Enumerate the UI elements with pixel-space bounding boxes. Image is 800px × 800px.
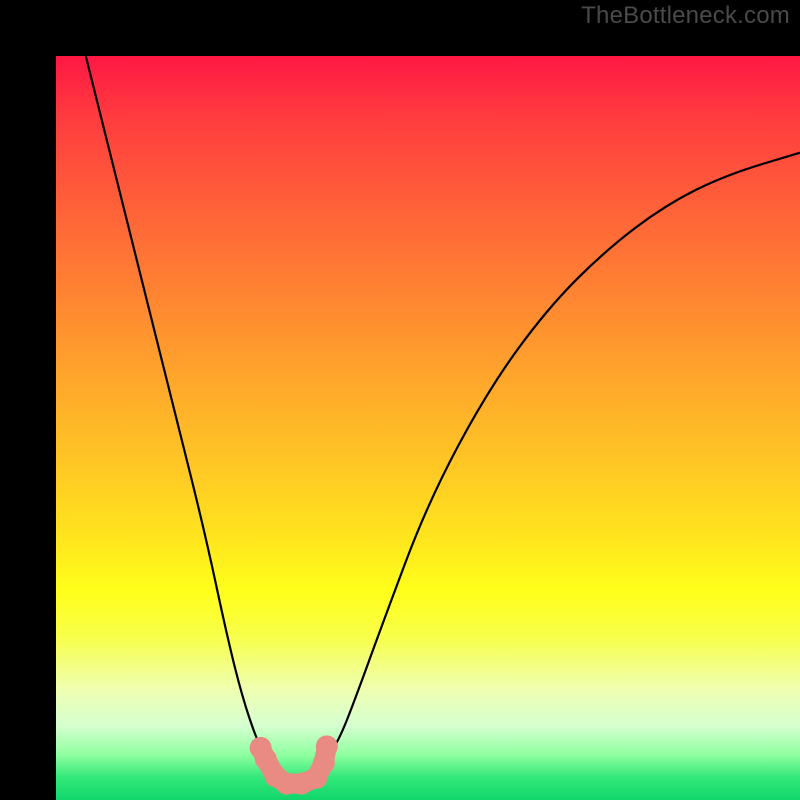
optimal-band-blob <box>261 746 327 783</box>
curve-layer <box>56 56 800 800</box>
bottleneck-curve <box>86 56 800 785</box>
optimal-marker <box>305 767 327 789</box>
optimal-marker <box>313 752 335 774</box>
plot-area <box>56 56 800 800</box>
optimal-marker <box>250 737 272 759</box>
optimal-marker <box>291 773 313 795</box>
optimal-marker <box>264 765 286 787</box>
optimal-marker <box>276 773 298 795</box>
optimal-marker <box>255 748 277 770</box>
optimal-band-markers <box>250 735 338 794</box>
chart-frame <box>0 0 800 800</box>
optimal-marker <box>316 735 338 757</box>
chart-root: TheBottleneck.com <box>0 0 800 800</box>
